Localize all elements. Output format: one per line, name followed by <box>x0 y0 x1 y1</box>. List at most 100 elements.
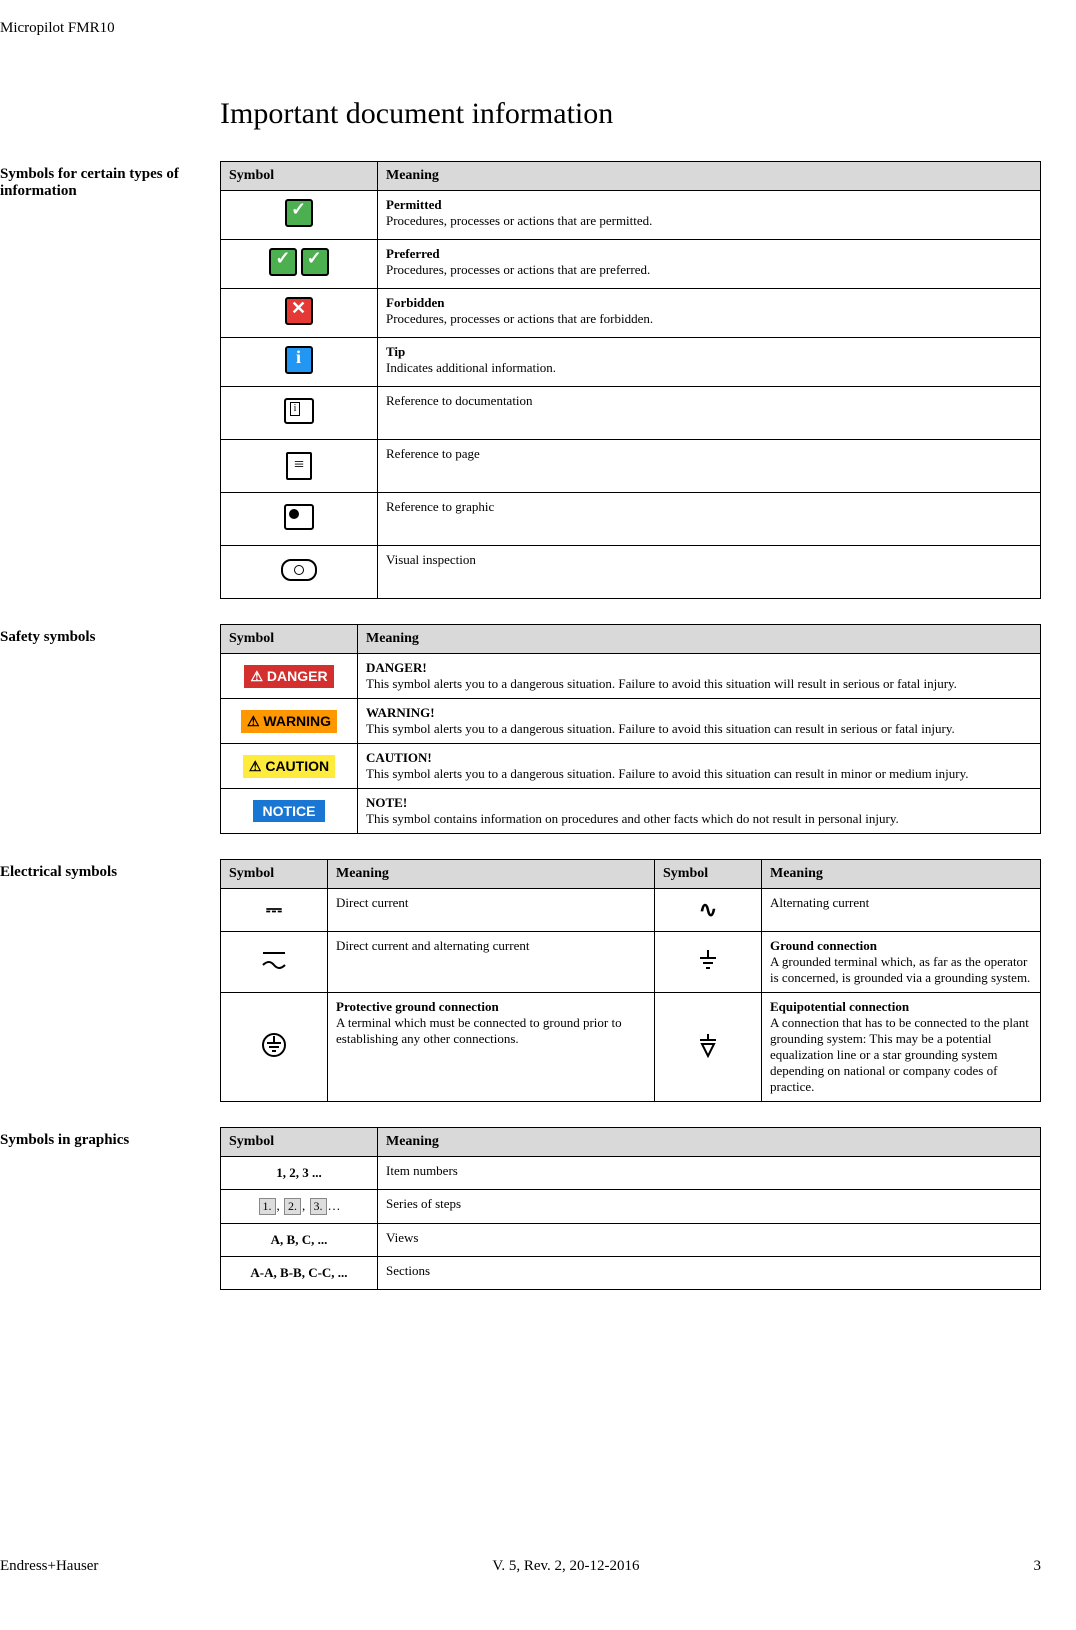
safety-table: Symbol Meaning DANGER DANGER!This symbol… <box>220 624 1041 834</box>
table-row: Direct current and alternating current G… <box>221 932 1041 993</box>
meaning-desc: This symbol alerts you to a dangerous si… <box>366 676 957 691</box>
graphics-table: Symbol Meaning 1, 2, 3 ... Item numbers … <box>220 1127 1041 1290</box>
th-meaning: Meaning <box>378 1128 1041 1157</box>
meaning-title: CAUTION! <box>366 750 432 765</box>
page-footer: Endress+Hauser V. 5, Rev. 2, 20-12-2016 … <box>0 1558 1041 1575</box>
meaning-desc: Item numbers <box>378 1157 1041 1190</box>
section-label: Safety symbols <box>0 624 220 834</box>
section-safety: Safety symbols Symbol Meaning DANGER DAN… <box>0 624 1041 834</box>
section-info-symbols: Symbols for certain types of information… <box>0 161 1041 599</box>
meaning-desc: Reference to graphic <box>378 493 1041 546</box>
symbol-steps: 1., 2., 3.… <box>221 1190 378 1224</box>
reference-graphic-icon <box>284 504 314 530</box>
th-meaning: Meaning <box>762 860 1041 889</box>
table-row: A-A, B-B, C-C, ... Sections <box>221 1257 1041 1290</box>
table-row: 1., 2., 3.… Series of steps <box>221 1190 1041 1224</box>
meaning-desc: Alternating current <box>762 889 1041 932</box>
meaning-desc: Views <box>378 1224 1041 1257</box>
meaning-desc: Direct current <box>328 889 655 932</box>
meaning-title: Tip <box>386 344 405 359</box>
permitted-icon <box>285 199 313 227</box>
table-row: Visual inspection <box>221 546 1041 599</box>
meaning-title: NOTE! <box>366 795 407 810</box>
section-electrical: Electrical symbols Symbol Meaning Symbol… <box>0 859 1041 1102</box>
table-row: Reference to documentation <box>221 387 1041 440</box>
meaning-desc: This symbol alerts you to a dangerous si… <box>366 721 955 736</box>
meaning-title: Forbidden <box>386 295 445 310</box>
th-meaning: Meaning <box>378 162 1041 191</box>
danger-icon: DANGER <box>244 665 333 688</box>
meaning-desc: Procedures, processes or actions that ar… <box>386 311 653 326</box>
th-symbol: Symbol <box>655 860 762 889</box>
table-row: ⎓ Direct current ∿ Alternating current <box>221 889 1041 932</box>
meaning-desc: Reference to documentation <box>378 387 1041 440</box>
table-row: DANGER DANGER!This symbol alerts you to … <box>221 654 1041 699</box>
meaning-desc: A connection that has to be connected to… <box>770 1015 1029 1094</box>
reference-page-icon <box>286 452 312 480</box>
ac-icon: ∿ <box>699 897 717 922</box>
table-row: Reference to graphic <box>221 493 1041 546</box>
equipotential-icon <box>696 1046 720 1061</box>
meaning-title: Permitted <box>386 197 442 212</box>
forbidden-icon <box>285 297 313 325</box>
page-title: Important document information <box>220 97 1041 131</box>
meaning-title: Preferred <box>386 246 440 261</box>
tip-icon <box>285 346 313 374</box>
footer-version: V. 5, Rev. 2, 20-12-2016 <box>492 1558 639 1575</box>
meaning-desc: This symbol contains information on proc… <box>366 811 899 826</box>
meaning-desc: This symbol alerts you to a dangerous si… <box>366 766 969 781</box>
th-meaning: Meaning <box>328 860 655 889</box>
meaning-desc: Reference to page <box>378 440 1041 493</box>
meaning-desc: Indicates additional information. <box>386 360 556 375</box>
th-meaning: Meaning <box>358 625 1041 654</box>
dc-icon: ⎓ <box>266 899 282 921</box>
meaning-desc: Series of steps <box>378 1190 1041 1224</box>
meaning-title: DANGER! <box>366 660 427 675</box>
meaning-title: Equipotential connection <box>770 999 909 1014</box>
section-label: Symbols in graphics <box>0 1127 220 1290</box>
meaning-desc: A grounded terminal which, as far as the… <box>770 954 1030 985</box>
electrical-table: Symbol Meaning Symbol Meaning ⎓ Direct c… <box>220 859 1041 1102</box>
meaning-desc: Procedures, processes or actions that ar… <box>386 262 650 277</box>
table-row: WARNING WARNING!This symbol alerts you t… <box>221 699 1041 744</box>
table-row: CAUTION CAUTION!This symbol alerts you t… <box>221 744 1041 789</box>
preferred-icon <box>269 248 297 276</box>
info-symbols-table: Symbol Meaning PermittedProcedures, proc… <box>220 161 1041 599</box>
section-label: Symbols for certain types of information <box>0 161 220 599</box>
table-row: ForbiddenProcedures, processes or action… <box>221 289 1041 338</box>
table-row: Protective ground connectionA terminal w… <box>221 993 1041 1102</box>
preferred-icon <box>301 248 329 276</box>
symbol-text: A-A, B-B, C-C, ... <box>221 1257 378 1290</box>
caution-icon: CAUTION <box>243 755 335 778</box>
table-row: TipIndicates additional information. <box>221 338 1041 387</box>
meaning-desc: A terminal which must be connected to gr… <box>336 1015 622 1046</box>
symbol-text: A, B, C, ... <box>221 1224 378 1257</box>
section-label: Electrical symbols <box>0 859 220 1102</box>
warning-icon: WARNING <box>241 710 337 733</box>
meaning-title: Ground connection <box>770 938 877 953</box>
symbol-text: 1, 2, 3 ... <box>221 1157 378 1190</box>
header-product: Micropilot FMR10 <box>0 20 1041 37</box>
table-row: Reference to page <box>221 440 1041 493</box>
meaning-desc: Procedures, processes or actions that ar… <box>386 213 652 228</box>
section-graphics: Symbols in graphics Symbol Meaning 1, 2,… <box>0 1127 1041 1290</box>
visual-inspection-icon <box>281 559 317 581</box>
th-symbol: Symbol <box>221 162 378 191</box>
meaning-desc: Visual inspection <box>378 546 1041 599</box>
th-symbol: Symbol <box>221 625 358 654</box>
notice-icon: NOTICE <box>253 800 326 822</box>
footer-company: Endress+Hauser <box>0 1558 98 1575</box>
ground-icon <box>696 960 720 975</box>
table-row: 1, 2, 3 ... Item numbers <box>221 1157 1041 1190</box>
table-row: A, B, C, ... Views <box>221 1224 1041 1257</box>
meaning-desc: Sections <box>378 1257 1041 1290</box>
table-row: NOTICE NOTE!This symbol contains informa… <box>221 789 1041 834</box>
meaning-title: WARNING! <box>366 705 435 720</box>
reference-doc-icon <box>284 398 314 424</box>
footer-page-number: 3 <box>1033 1558 1041 1575</box>
table-row: PreferredProcedures, processes or action… <box>221 240 1041 289</box>
th-symbol: Symbol <box>221 1128 378 1157</box>
meaning-title: Protective ground connection <box>336 999 499 1014</box>
meaning-desc: Direct current and alternating current <box>328 932 655 993</box>
dcac-icon <box>259 959 289 974</box>
